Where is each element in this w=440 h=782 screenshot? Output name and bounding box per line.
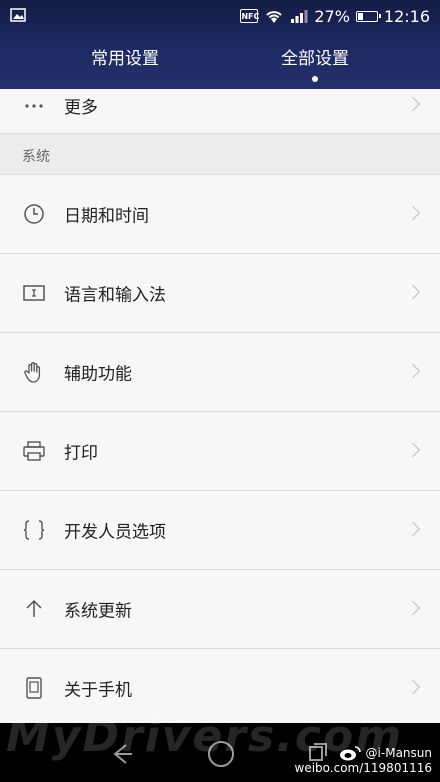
- keyboard-icon: [23, 285, 45, 301]
- chevron-right-icon: [405, 679, 421, 695]
- braces-icon: [23, 520, 45, 540]
- weibo-credit: @i-Mansun weibo.com/119801116: [295, 745, 432, 776]
- clock-icon: [24, 204, 44, 224]
- settings-item-date-time[interactable]: 日期和时间: [0, 175, 440, 254]
- settings-item-language-input[interactable]: 语言和输入法: [0, 254, 440, 333]
- app-header: NFC 27% 12:16 常用设置 全部设置: [0, 0, 440, 89]
- settings-item-label: 开发人员选项: [64, 522, 166, 543]
- settings-list: 更多 系统 日期和时间 语言和输入法 辅助功能 打印 开发人员选项 系统更新 关…: [0, 89, 440, 728]
- selected-tab-indicator: [312, 76, 318, 82]
- tab-common-settings[interactable]: 常用设置: [55, 44, 195, 74]
- settings-item-label: 关于手机: [64, 680, 132, 701]
- nfc-icon: NFC: [240, 9, 259, 23]
- chevron-right-icon: [405, 442, 421, 458]
- chevron-right-icon: [405, 96, 421, 112]
- chevron-right-icon: [405, 284, 421, 300]
- chevron-right-icon: [405, 521, 421, 537]
- settings-item-label: 更多: [64, 98, 98, 118]
- tab-all-settings-label: 全部设置: [281, 49, 349, 69]
- printer-icon: [23, 441, 45, 461]
- status-bar: NFC 27% 12:16: [0, 0, 440, 32]
- settings-item-developer-options[interactable]: 开发人员选项: [0, 491, 440, 570]
- chevron-right-icon: [405, 363, 421, 379]
- chevron-right-icon: [405, 205, 421, 221]
- signal-icon: [291, 10, 308, 23]
- settings-item-more[interactable]: 更多: [0, 89, 440, 134]
- battery-percent: 27%: [314, 6, 350, 26]
- weibo-logo-icon: [339, 746, 361, 761]
- settings-item-label: 语言和输入法: [64, 285, 166, 306]
- hand-icon: [24, 362, 41, 383]
- section-title: 系统: [22, 149, 50, 165]
- more-icon: [25, 104, 43, 108]
- settings-tabs: 常用设置 全部设置: [0, 44, 440, 84]
- settings-item-label: 日期和时间: [64, 206, 149, 227]
- back-icon[interactable]: [106, 739, 136, 769]
- section-header-system: 系统: [0, 134, 440, 175]
- weibo-handle: @i-Mansun: [365, 745, 432, 760]
- wifi-icon: [266, 11, 283, 23]
- settings-item-system-update[interactable]: 系统更新: [0, 570, 440, 649]
- gallery-notification-icon: [10, 8, 26, 22]
- weibo-url: weibo.com/119801116: [294, 761, 432, 775]
- phone-icon: [26, 677, 42, 699]
- settings-item-label: 辅助功能: [64, 364, 132, 385]
- settings-item-accessibility[interactable]: 辅助功能: [0, 333, 440, 412]
- settings-item-print[interactable]: 打印: [0, 412, 440, 491]
- settings-item-label: 系统更新: [64, 601, 132, 622]
- settings-item-about-phone[interactable]: 关于手机: [0, 649, 440, 728]
- battery-icon: [355, 10, 381, 22]
- home-icon[interactable]: [208, 741, 234, 767]
- arrow-up-icon: [26, 599, 42, 617]
- settings-item-label: 打印: [64, 443, 98, 464]
- battery-level: [357, 12, 363, 20]
- clock-time: 12:16: [383, 6, 430, 26]
- tab-all-settings[interactable]: 全部设置: [245, 44, 385, 82]
- chevron-right-icon: [405, 600, 421, 616]
- navigation-bar: @i-Mansun weibo.com/119801116: [0, 723, 440, 782]
